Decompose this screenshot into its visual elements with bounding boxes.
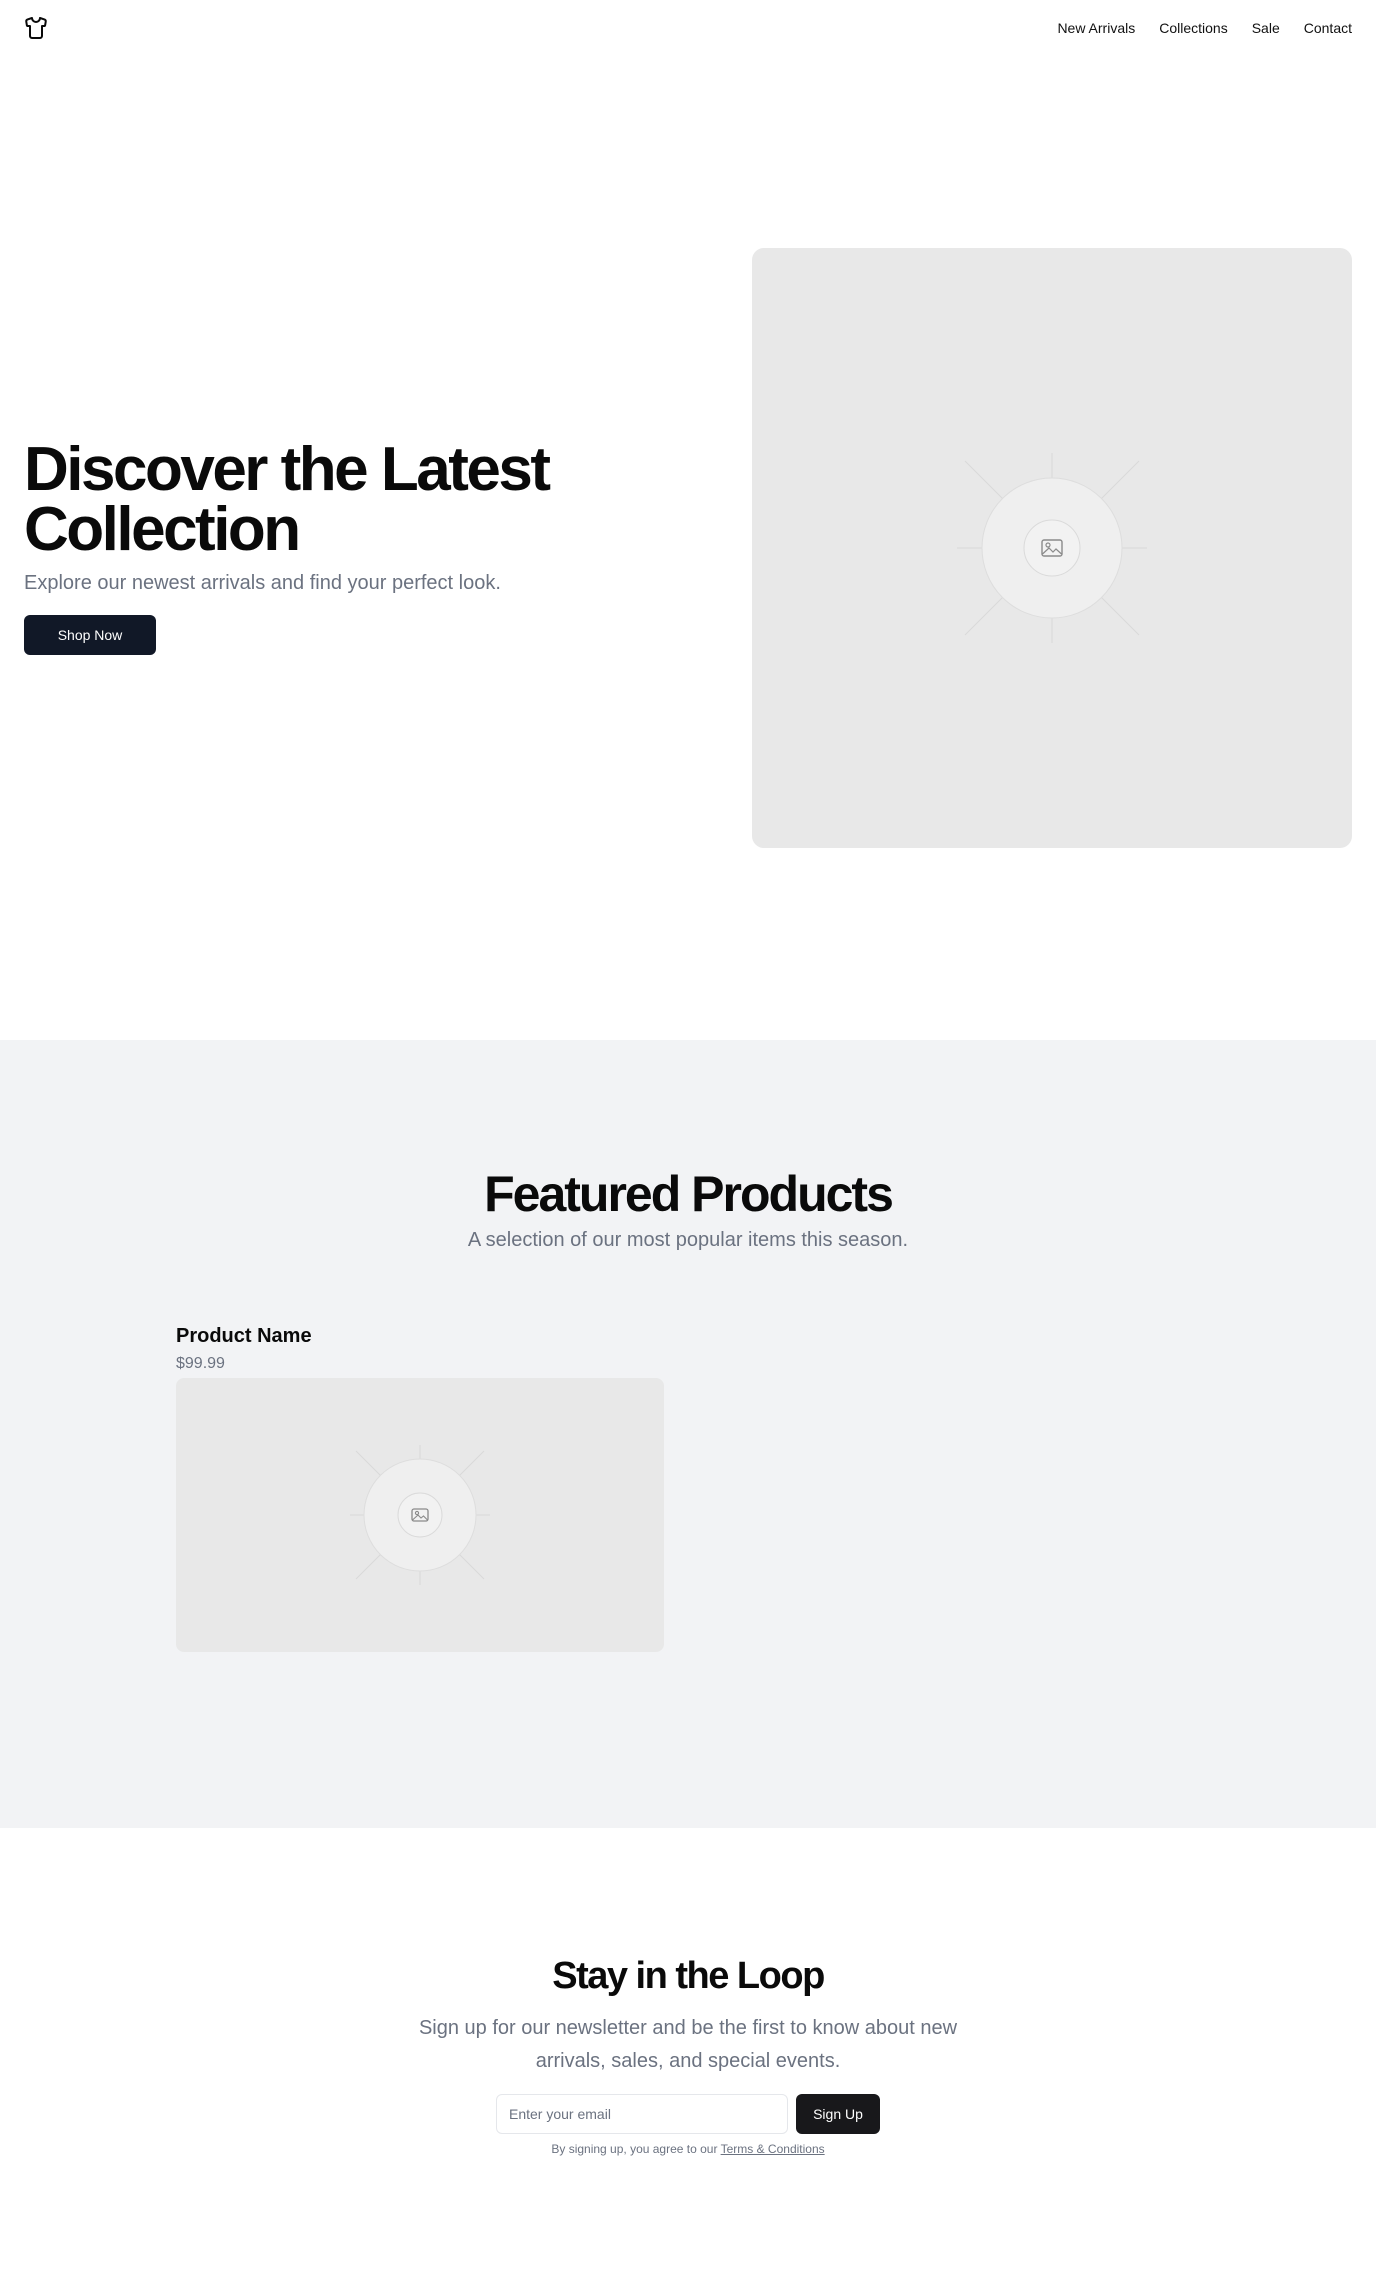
image-placeholder-icon [957,453,1147,643]
hero-title: Discover the Latest Collection [24,435,551,564]
hero-image [752,248,1352,848]
main-nav: New Arrivals Collections Sale Contact [1057,20,1352,36]
featured-title: Featured Products [484,1166,894,1222]
signup-fineprint: By signing up, you agree to our Terms & … [0,2141,1376,2157]
product-card[interactable]: Product Name $99.99 [176,1322,664,1652]
hero-text: Discover the Latest Collection Explore o… [24,435,644,655]
shop-now-button[interactable]: Shop Now [24,615,156,655]
nav-collections[interactable]: Collections [1159,20,1227,36]
nav-contact[interactable]: Contact [1304,20,1352,36]
newsletter-title: Stay in the Loop [552,1955,825,1997]
nav-sale[interactable]: Sale [1252,20,1280,36]
site-header: New Arrivals Collections Sale Contact [0,0,1376,56]
sign-up-button[interactable]: Sign Up [796,2094,880,2134]
hero-subtitle: Explore our newest arrivals and find you… [24,572,501,594]
newsletter-subtitle: Sign up for our newsletter and be the fi… [418,2017,958,2072]
tshirt-icon[interactable] [24,16,48,40]
image-placeholder-icon [350,1445,490,1585]
featured-section: Featured Products A selection of our mos… [0,1040,1376,1828]
product-image[interactable] [176,1378,664,1652]
fineprint-text: By signing up, you agree to our [551,2142,718,2156]
terms-link[interactable]: Terms & Conditions [721,2142,825,2156]
nav-new-arrivals[interactable]: New Arrivals [1057,20,1135,36]
product-price: $99.99 [176,1355,225,1372]
email-input[interactable] [496,2094,788,2134]
product-name: Product Name [176,1325,312,1347]
signup-form: Sign Up [496,2094,880,2134]
featured-subtitle: A selection of our most popular items th… [467,1229,909,1251]
